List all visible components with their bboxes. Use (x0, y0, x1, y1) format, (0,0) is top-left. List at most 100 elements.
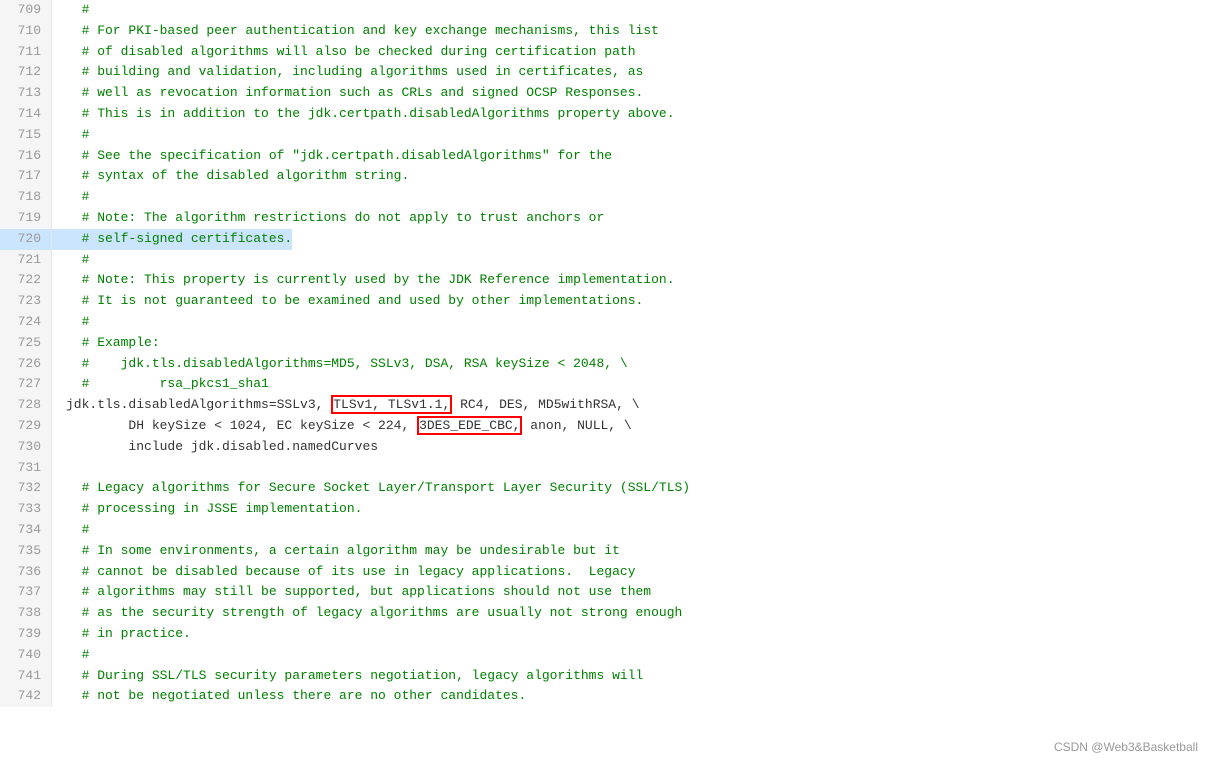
line-text-717: # syntax of the disabled algorithm strin… (52, 166, 409, 187)
line-num-710: 710 (0, 21, 52, 42)
line-text-720: # self-signed certificates. (52, 229, 292, 250)
line-text-711: # of disabled algorithms will also be ch… (52, 42, 636, 63)
line-726: 726 # jdk.tls.disabledAlgorithms=MD5, SS… (0, 354, 1208, 375)
line-711: 711 # of disabled algorithms will also b… (0, 42, 1208, 63)
line-num-712: 712 (0, 62, 52, 83)
line-num-716: 716 (0, 146, 52, 167)
line-740: 740 # (0, 645, 1208, 666)
line-text-727: # rsa_pkcs1_sha1 (52, 374, 269, 395)
line-text-731 (52, 458, 66, 479)
line-733: 733 # processing in JSSE implementation. (0, 499, 1208, 520)
line-text-719: # Note: The algorithm restrictions do no… (52, 208, 604, 229)
line-num-737: 737 (0, 582, 52, 603)
line-742: 742 # not be negotiated unless there are… (0, 686, 1208, 707)
line-text-718: # (52, 187, 89, 208)
line-num-714: 714 (0, 104, 52, 125)
line-732: 732 # Legacy algorithms for Secure Socke… (0, 478, 1208, 499)
line-num-729: 729 (0, 416, 52, 437)
line-num-719: 719 (0, 208, 52, 229)
line-716: 716 # See the specification of "jdk.cert… (0, 146, 1208, 167)
line-num-724: 724 (0, 312, 52, 333)
line-text-735: # In some environments, a certain algori… (52, 541, 620, 562)
line-738: 738 # as the security strength of legacy… (0, 603, 1208, 624)
line-num-709: 709 (0, 0, 52, 21)
line-717: 717 # syntax of the disabled algorithm s… (0, 166, 1208, 187)
line-text-741: # During SSL/TLS security parameters neg… (52, 666, 643, 687)
line-text-714: # This is in addition to the jdk.certpat… (52, 104, 675, 125)
line-725: 725 # Example: (0, 333, 1208, 354)
line-num-731: 731 (0, 458, 52, 479)
line-719: 719 # Note: The algorithm restrictions d… (0, 208, 1208, 229)
line-727: 727 # rsa_pkcs1_sha1 (0, 374, 1208, 395)
line-num-721: 721 (0, 250, 52, 271)
line-736: 736 # cannot be disabled because of its … (0, 562, 1208, 583)
line-713: 713 # well as revocation information suc… (0, 83, 1208, 104)
line-text-713: # well as revocation information such as… (52, 83, 643, 104)
line-num-717: 717 (0, 166, 52, 187)
line-text-721: # (52, 250, 89, 271)
line-num-740: 740 (0, 645, 52, 666)
line-734: 734 # (0, 520, 1208, 541)
line-text-737: # algorithms may still be supported, but… (52, 582, 651, 603)
line-720: 720 # self-signed certificates. (0, 229, 1208, 250)
line-text-724: # (52, 312, 89, 333)
line-710: 710 # For PKI-based peer authentication … (0, 21, 1208, 42)
line-num-739: 739 (0, 624, 52, 645)
line-714: 714 # This is in addition to the jdk.cer… (0, 104, 1208, 125)
line-text-738: # as the security strength of legacy alg… (52, 603, 682, 624)
line-num-725: 725 (0, 333, 52, 354)
line-num-736: 736 (0, 562, 52, 583)
line-712: 712 # building and validation, including… (0, 62, 1208, 83)
line-num-720: 720 (0, 229, 52, 250)
line-text-728: jdk.tls.disabledAlgorithms=SSLv3, TLSv1,… (52, 395, 640, 416)
line-text-733: # processing in JSSE implementation. (52, 499, 362, 520)
line-739: 739 # in practice. (0, 624, 1208, 645)
line-text-736: # cannot be disabled because of its use … (52, 562, 636, 583)
line-722: 722 # Note: This property is currently u… (0, 270, 1208, 291)
line-731: 731 (0, 458, 1208, 479)
line-num-727: 727 (0, 374, 52, 395)
line-709: 709 # (0, 0, 1208, 21)
line-724: 724 # (0, 312, 1208, 333)
line-718: 718 # (0, 187, 1208, 208)
line-num-711: 711 (0, 42, 52, 63)
line-num-715: 715 (0, 125, 52, 146)
line-735: 735 # In some environments, a certain al… (0, 541, 1208, 562)
line-text-734: # (52, 520, 89, 541)
line-text-716: # See the specification of "jdk.certpath… (52, 146, 612, 167)
line-text-732: # Legacy algorithms for Secure Socket La… (52, 478, 690, 499)
line-num-718: 718 (0, 187, 52, 208)
line-text-710: # For PKI-based peer authentication and … (52, 21, 659, 42)
line-741: 741 # During SSL/TLS security parameters… (0, 666, 1208, 687)
line-721: 721 # (0, 250, 1208, 271)
line-num-735: 735 (0, 541, 52, 562)
line-text-715: # (52, 125, 89, 146)
line-737: 737 # algorithms may still be supported,… (0, 582, 1208, 603)
line-text-742: # not be negotiated unless there are no … (52, 686, 526, 707)
line-728: 728 jdk.tls.disabledAlgorithms=SSLv3, TL… (0, 395, 1208, 416)
line-715: 715 # (0, 125, 1208, 146)
line-text-740: # (52, 645, 89, 666)
line-num-741: 741 (0, 666, 52, 687)
line-text-726: # jdk.tls.disabledAlgorithms=MD5, SSLv3,… (52, 354, 628, 375)
line-text-729: DH keySize < 1024, EC keySize < 224, 3DE… (52, 416, 632, 437)
line-text-725: # Example: (52, 333, 160, 354)
line-text-723: # It is not guaranteed to be examined an… (52, 291, 643, 312)
line-num-726: 726 (0, 354, 52, 375)
line-num-722: 722 (0, 270, 52, 291)
line-num-713: 713 (0, 83, 52, 104)
line-num-732: 732 (0, 478, 52, 499)
line-num-730: 730 (0, 437, 52, 458)
line-num-723: 723 (0, 291, 52, 312)
line-num-738: 738 (0, 603, 52, 624)
line-text-722: # Note: This property is currently used … (52, 270, 675, 291)
watermark: CSDN @Web3&Basketball (1054, 740, 1198, 754)
line-text-712: # building and validation, including alg… (52, 62, 643, 83)
line-num-734: 734 (0, 520, 52, 541)
line-text-709: # (52, 0, 89, 21)
line-num-742: 742 (0, 686, 52, 707)
line-text-739: # in practice. (52, 624, 191, 645)
line-num-728: 728 (0, 395, 52, 416)
line-text-730: include jdk.disabled.namedCurves (52, 437, 378, 458)
code-editor: 709 # 710 # For PKI-based peer authentic… (0, 0, 1208, 764)
